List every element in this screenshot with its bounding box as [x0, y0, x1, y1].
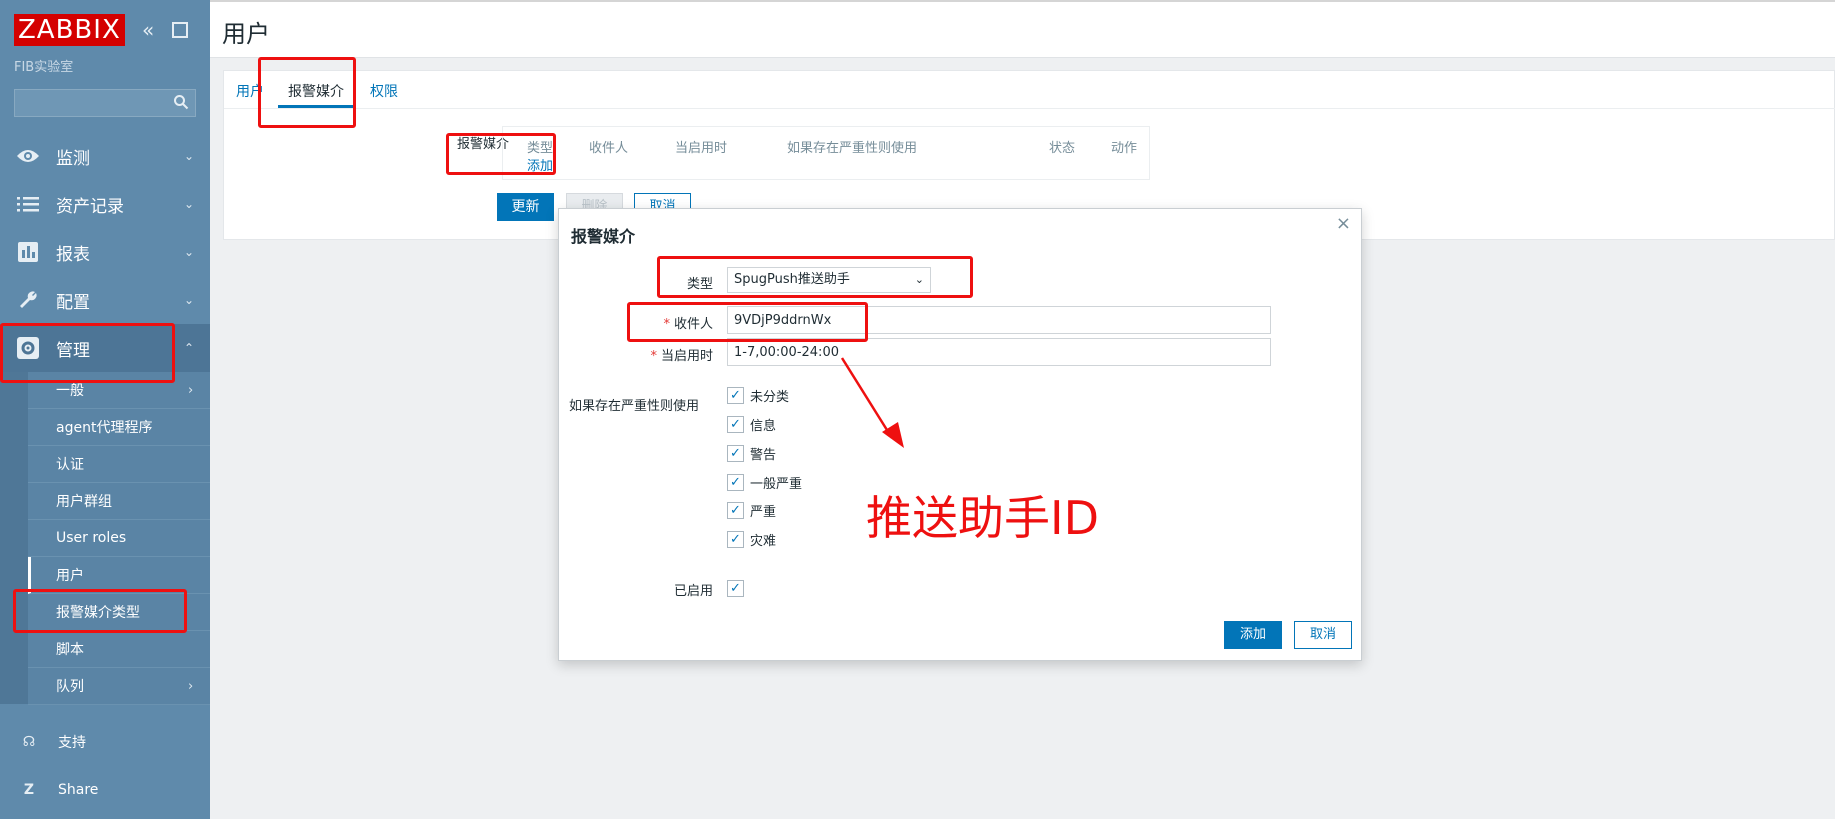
annotation-box-type — [657, 256, 973, 298]
severity-label-text: 警告 — [750, 447, 777, 463]
severity-warning[interactable]: ✓ 警告 — [727, 443, 776, 463]
annotation-box-media-types — [13, 589, 187, 633]
annotation-text: 推送助手ID — [866, 491, 1099, 545]
tab-bar: 用户 报警媒介 权限 — [224, 71, 1835, 109]
severity-label-text: 灾难 — [750, 533, 777, 549]
search-icon[interactable] — [173, 94, 189, 110]
checkbox-checked[interactable]: ✓ — [727, 444, 744, 462]
chevron-right-icon: › — [188, 678, 194, 694]
submenu-label: 脚本 — [56, 642, 84, 658]
checkbox-checked[interactable]: ✓ — [727, 530, 744, 548]
submenu-item-scripts[interactable]: 脚本 — [28, 631, 210, 668]
submenu-item-user-roles[interactable]: User roles — [28, 520, 210, 557]
menu-label: 配置 — [56, 292, 90, 313]
severity-label-text: 未分类 — [750, 389, 790, 405]
when-active-label-text: 当启用时 — [660, 349, 713, 364]
headset-icon: ☊ — [22, 734, 36, 750]
annotation-box-recipient — [627, 302, 868, 342]
collapse-sidebar-icon[interactable]: « — [142, 20, 154, 40]
severity-label: 如果存在严重性则使用 — [569, 399, 700, 414]
checkbox-checked[interactable]: ✓ — [727, 579, 744, 597]
submenu-label: 队列 — [56, 679, 84, 695]
submenu-label: 用户群组 — [56, 494, 112, 510]
column-header-action: 动作 — [1111, 141, 1138, 156]
share-link[interactable]: Z Share — [0, 770, 210, 810]
severity-not-classified[interactable]: ✓ 未分类 — [727, 385, 789, 405]
chevron-up-icon: ⌃ — [184, 341, 195, 355]
chevron-down-icon: ⌄ — [184, 197, 195, 211]
checkbox-checked[interactable]: ✓ — [727, 473, 744, 491]
chevron-down-icon: ⌄ — [184, 245, 195, 259]
page-header: 用户 — [210, 2, 1835, 58]
share-icon: Z — [23, 782, 35, 798]
submenu-item-proxies[interactable]: agent代理程序 — [28, 409, 210, 446]
column-header-status: 状态 — [1049, 141, 1076, 156]
checkbox-checked[interactable]: ✓ — [727, 501, 744, 519]
support-label: 支持 — [58, 735, 86, 751]
when-active-label: * 当启用时 — [563, 345, 713, 364]
submenu-item-queue[interactable]: 队列 › — [28, 668, 210, 705]
severity-label-text: 信息 — [750, 418, 777, 434]
column-header-severity: 如果存在严重性则使用 — [787, 141, 918, 156]
required-marker: * — [650, 349, 657, 364]
wrench-icon — [14, 286, 42, 314]
annotation-box-add — [446, 133, 556, 175]
tab-permissions[interactable]: 权限 — [370, 81, 398, 101]
annotation-box-tab — [258, 57, 356, 128]
kiosk-mode-icon[interactable] — [172, 22, 188, 38]
annotation-arrow — [840, 357, 904, 448]
menu-inventory[interactable]: 资产记录 ⌄ — [0, 180, 210, 228]
dialog-add-button[interactable]: 添加 — [1224, 621, 1282, 649]
dialog-title: 报警媒介 — [571, 227, 636, 246]
menu-label: 报表 — [56, 244, 90, 265]
support-link[interactable]: ☊ 支持 — [0, 722, 210, 762]
menu-label: 监测 — [56, 148, 90, 169]
sidebar: ZABBIX « FIB实验室 监测 ⌄ 资产记录 ⌄ 报表 ⌄ 配置 ⌄ 管理… — [0, 0, 210, 819]
menu-configuration[interactable]: 配置 ⌄ — [0, 276, 210, 324]
menu-reports[interactable]: 报表 ⌄ — [0, 228, 210, 276]
dialog-cancel-button[interactable]: 取消 — [1294, 621, 1352, 649]
search-input[interactable] — [14, 89, 196, 117]
checkbox-checked[interactable]: ✓ — [727, 386, 744, 404]
submenu-label: agent代理程序 — [56, 420, 153, 436]
menu-label: 资产记录 — [56, 196, 124, 217]
submenu-label: 认证 — [56, 457, 84, 473]
share-label: Share — [58, 782, 99, 798]
chevron-down-icon: ⌄ — [184, 149, 195, 163]
menu-monitoring[interactable]: 监测 ⌄ — [0, 132, 210, 180]
severity-information[interactable]: ✓ 信息 — [727, 414, 776, 434]
update-button[interactable]: 更新 — [497, 193, 554, 221]
submenu-label: 用户 — [56, 568, 84, 584]
checkbox-checked[interactable]: ✓ — [727, 415, 744, 433]
eye-icon — [14, 142, 42, 170]
page-title: 用户 — [222, 20, 270, 48]
list-icon — [14, 190, 42, 218]
enabled-label: 已启用 — [673, 584, 713, 599]
annotation-box-admin — [0, 323, 175, 383]
submenu-item-authentication[interactable]: 认证 — [28, 446, 210, 483]
media-table: 类型 收件人 当启用时 如果存在严重性则使用 状态 动作 添加 — [502, 126, 1150, 180]
chevron-right-icon: › — [188, 382, 194, 398]
submenu-label: User roles — [56, 530, 127, 546]
bar-chart-icon — [14, 238, 42, 266]
server-name: FIB实验室 — [14, 60, 74, 75]
when-active-input[interactable] — [727, 338, 1271, 366]
enabled-checkbox-row[interactable]: ✓ — [727, 578, 744, 598]
severity-label-text: 一般严重 — [750, 476, 803, 492]
submenu-label: 一般 — [56, 383, 84, 399]
column-header-recipient: 收件人 — [589, 141, 629, 156]
chevron-down-icon: ⌄ — [184, 293, 195, 307]
submenu-item-user-groups[interactable]: 用户群组 — [28, 483, 210, 520]
severity-disaster[interactable]: ✓ 灾难 — [727, 529, 776, 549]
severity-average[interactable]: ✓ 一般严重 — [727, 472, 802, 492]
close-icon[interactable]: × — [1336, 213, 1351, 234]
severity-high[interactable]: ✓ 严重 — [727, 500, 776, 520]
zabbix-logo[interactable]: ZABBIX — [14, 14, 125, 46]
column-header-when-active: 当启用时 — [675, 141, 728, 156]
severity-label-text: 严重 — [750, 504, 777, 520]
